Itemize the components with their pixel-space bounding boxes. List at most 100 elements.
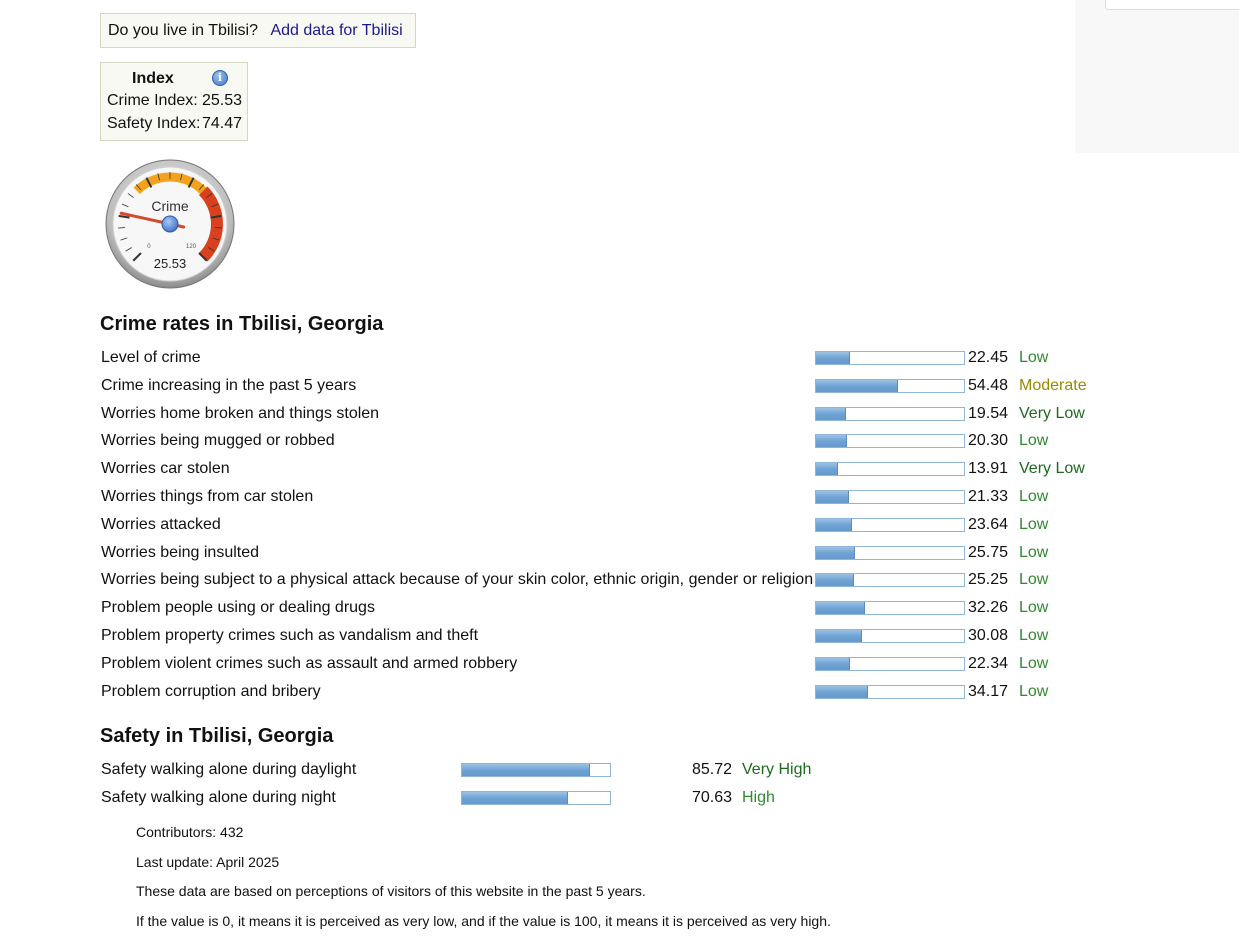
rating-bar [815,573,965,588]
row-level: Moderate [1019,376,1087,394]
row-value: 54.48 [968,376,1009,394]
rating-bar [815,462,965,477]
rating-bar [815,517,965,532]
rating-bar-fill [816,602,865,615]
rating-bar [815,684,965,699]
rating-bar-fill [816,435,848,448]
row-level: Low [1019,488,1049,505]
rating-bar [815,406,965,421]
row-value: 25.75 [968,543,1009,561]
crime-section-title: Crime rates in Tbilisi, Georgia [100,313,384,335]
row-level: Low [1019,627,1049,644]
row-label: Problem corruption and bribery [101,682,321,700]
rating-bar [815,656,965,671]
index-title: Index [132,70,174,87]
safety-section-title: Safety in Tbilisi, Georgia [100,725,334,747]
rating-bar [815,434,965,449]
row-value: 13.91 [968,460,1009,478]
ad-tab[interactable] [1105,0,1239,10]
row-label: Crime increasing in the past 5 years [101,376,357,394]
row-value: 30.08 [968,627,1009,644]
info-icon[interactable]: i [212,70,228,86]
rating-bar-fill [816,379,898,392]
rating-bar [815,629,965,643]
row-value: 20.30 [968,432,1009,450]
gauge-hub [161,215,179,233]
scale-note: If the value is 0, it means it is percei… [136,913,831,929]
row-value: 34.17 [968,682,1009,700]
row-level: Low [1019,599,1049,617]
row-label: Worries being insulted [101,543,260,561]
gauge-tick [214,227,222,229]
safety-index-label: Safety Index: [107,115,201,132]
contributors-note: Contributors: 432 [136,824,244,840]
rating-bar [461,791,611,805]
rating-bar [815,378,965,393]
row-value: 32.26 [968,599,1009,617]
row-level: Low [1019,515,1049,533]
row-label: Problem property crimes such as vandalis… [101,627,479,644]
crime-index-row: Crime Index: 25.53 [107,92,242,110]
row-label: Problem violent crimes such as assault a… [101,654,518,672]
rating-bar-fill [816,630,862,642]
rating-bar-fill [462,792,568,804]
crime-gauge: Crime 0 120 25.53 [105,159,235,289]
rating-bar-fill [816,463,838,476]
row-level: Very High [742,761,812,778]
rating-bar-fill [816,518,852,531]
row-label: Worries things from car stolen [101,488,314,505]
rating-bar [815,351,965,365]
row-label: Worries being subject to a physical atta… [101,571,814,589]
safety-index-value: 74.47 [202,115,243,132]
perception-note: These data are based on perceptions of v… [136,883,646,899]
row-label: Problem people using or dealing drugs [101,599,375,617]
live-question: Do you live in Tbilisi? [108,22,258,39]
row-label: Safety walking alone during daylight [101,761,357,778]
row-value: 21.33 [968,488,1009,505]
row-level: Very Low [1019,404,1085,422]
row-value: 22.45 [968,349,1009,366]
rating-bar [815,601,965,616]
row-level: Low [1019,432,1049,450]
rating-bar-fill [816,657,851,670]
row-value: 25.25 [968,571,1009,589]
row-value: 85.72 [692,761,733,778]
row-label: Worries being mugged or robbed [101,432,335,450]
rating-bar-fill [816,574,855,587]
safety-index-row: Safety Index: 74.47 [107,115,242,133]
crime-index-value: 25.53 [202,92,243,109]
rating-bar [815,545,965,560]
row-value: 23.64 [968,515,1009,533]
index-box: Index i Crime Index: 25.53 Safety Index:… [100,62,248,141]
row-label: Worries home broken and things stolen [101,404,380,422]
row-label: Worries car stolen [101,460,230,478]
rating-bar-fill [816,491,849,503]
row-value: 22.34 [968,654,1009,672]
row-label: Safety walking alone during night [101,789,336,806]
row-value: 70.63 [692,789,733,806]
rating-bar-fill [462,764,590,776]
gauge-label: Crime [151,198,189,214]
rating-bar [461,763,611,777]
add-data-link[interactable]: Add data for Tbilisi [270,22,402,39]
row-label: Worries attacked [101,515,221,533]
last-update-note: Last update: April 2025 [136,854,280,870]
row-level: High [742,789,775,806]
row-level: Low [1019,682,1049,700]
rating-bar-fill [816,685,868,698]
crime-index-label: Crime Index: [107,92,198,109]
row-level: Low [1019,543,1049,561]
rating-bar-fill [816,352,851,364]
gauge-tick [118,227,126,229]
ad-slot [1075,0,1239,153]
rating-bar-fill [816,546,856,559]
row-level: Low [1019,571,1049,589]
gauge-max-label: 120 [186,244,197,250]
rating-bar-fill [816,407,846,420]
row-level: Low [1019,654,1049,672]
row-level: Low [1019,349,1049,366]
row-value: 19.54 [968,404,1009,422]
row-level: Very Low [1019,460,1085,478]
rating-bar [815,490,965,504]
gauge-value: 25.53 [154,256,187,271]
